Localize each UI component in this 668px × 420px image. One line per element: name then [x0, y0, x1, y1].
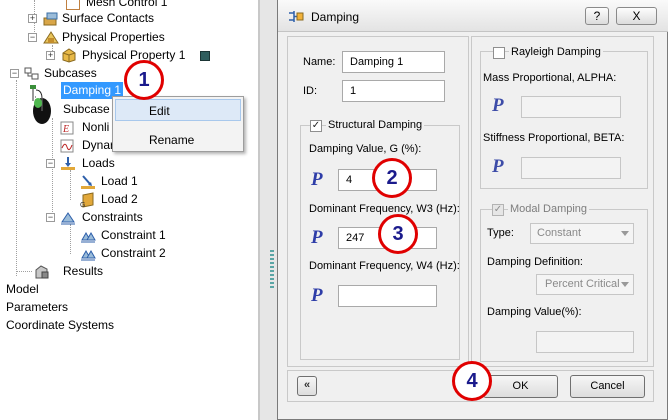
- cancel-button[interactable]: Cancel: [570, 375, 645, 398]
- tree-item-label: Constraint 1: [101, 228, 166, 242]
- tree-item-label: Results: [63, 264, 104, 278]
- expand-icon[interactable]: +: [28, 14, 37, 23]
- collapse-icon[interactable]: −: [46, 159, 55, 168]
- tree-line: [70, 224, 71, 254]
- type-dropdown-value: Constant: [537, 227, 582, 239]
- svg-text:E: E: [62, 124, 69, 135]
- modal-damping-checkbox[interactable]: ✓: [492, 204, 504, 216]
- loads-icon: [60, 156, 75, 170]
- collapse-icon[interactable]: −: [46, 213, 55, 222]
- chevron-down-icon: [621, 282, 629, 287]
- context-menu: Edit Rename: [112, 96, 244, 152]
- results-icon: [34, 264, 49, 279]
- name-label: Name:: [303, 56, 336, 68]
- tree-item-label: Nonli: [82, 120, 110, 134]
- parameter-icon[interactable]: P: [492, 156, 504, 178]
- tree-item-label: Loads: [82, 156, 115, 170]
- parameter-icon[interactable]: P: [311, 227, 323, 249]
- ok-button[interactable]: OK: [483, 375, 558, 398]
- tree-item-label: Constraints: [82, 210, 143, 224]
- structural-damping-label: Structural Damping: [326, 119, 425, 131]
- callout-2: 2: [372, 158, 412, 198]
- collapse-icon[interactable]: −: [10, 69, 19, 78]
- tree-line: [16, 80, 17, 276]
- parameter-icon[interactable]: P: [311, 285, 323, 307]
- tree-line: [16, 271, 32, 272]
- w4-input[interactable]: [338, 285, 437, 307]
- tree-item-label: Load 2: [101, 192, 138, 206]
- left-panel: Name: Damping 1 ID: 1 ✓ Structural Dampi…: [287, 36, 469, 367]
- alpha-label: Mass Proportional, ALPHA:: [483, 72, 617, 84]
- properties-icon: [43, 30, 59, 44]
- model-tree: Mesh Control 1 + Surface Contacts − Phys…: [0, 0, 258, 420]
- modal-damping-value-label: Damping Value(%):: [487, 306, 582, 318]
- load-arrow-icon: [80, 175, 95, 189]
- damping-definition-label: Damping Definition:: [487, 256, 583, 268]
- mesh-grid-icon: [66, 0, 80, 10]
- dialog-title: Damping: [311, 10, 360, 24]
- rayleigh-damping-group: Rayleigh Damping Mass Proportional, ALPH…: [480, 46, 648, 189]
- damping-definition-value: Percent Critical: [545, 278, 620, 290]
- tree-item-label: Coordinate Systems: [6, 318, 115, 332]
- constraints-icon: [60, 210, 75, 225]
- damping-dialog: Damping ? X Name: Damping 1 ID: 1 ✓ Stru…: [277, 0, 668, 420]
- dialog-titlebar[interactable]: Damping ? X: [278, 0, 668, 32]
- parameter-icon[interactable]: P: [311, 169, 323, 191]
- tree-item-label: Dynar: [82, 138, 115, 152]
- callout-1: 1: [124, 60, 164, 100]
- tree-item-label: Load 1: [101, 174, 138, 188]
- collapse-button[interactable]: «: [297, 376, 317, 396]
- rayleigh-damping-label: Rayleigh Damping: [509, 46, 603, 58]
- tree-line: [52, 118, 53, 218]
- beta-input[interactable]: [521, 157, 621, 179]
- dynamic-icon: [60, 139, 74, 153]
- material-color-swatch: [200, 51, 210, 61]
- damping-dialog-icon: [288, 10, 304, 23]
- w4-label: Dominant Frequency, W4 (Hz):: [309, 260, 460, 272]
- help-button[interactable]: ?: [585, 7, 609, 25]
- modal-damping-value-input[interactable]: [536, 331, 634, 353]
- tree-item-label: Constraint 2: [101, 246, 166, 260]
- menu-item-edit[interactable]: Edit: [115, 99, 241, 121]
- callout-4: 4: [452, 361, 492, 401]
- w3-label: Dominant Frequency, W3 (Hz):: [309, 203, 460, 215]
- modal-damping-label: Modal Damping: [508, 203, 590, 215]
- id-label: ID:: [303, 85, 318, 97]
- constraint-icon: [80, 229, 96, 243]
- type-label: Type:: [487, 227, 514, 239]
- chevron-down-icon: [621, 231, 629, 236]
- callout-3: 3: [378, 214, 418, 254]
- svg-text:G: G: [80, 202, 85, 208]
- close-button[interactable]: X: [616, 7, 657, 25]
- name-input[interactable]: Damping 1: [342, 51, 445, 73]
- menu-item-rename[interactable]: Rename: [115, 128, 241, 150]
- model-edge-fragment: [270, 250, 274, 290]
- tree-item-label: Parameters: [6, 300, 69, 314]
- alpha-input[interactable]: [521, 96, 621, 118]
- modal-damping-group: ✓ Modal Damping Type: Constant Damping D…: [480, 203, 648, 362]
- contacts-icon: [43, 11, 58, 26]
- beta-label: Stiffness Proportional, BETA:: [483, 132, 625, 144]
- tree-item-label: Subcases: [44, 66, 97, 80]
- constraint-icon: [80, 247, 96, 261]
- tree-line: [70, 170, 71, 200]
- gravity-load-icon: G: [80, 192, 94, 209]
- damping-value-label: Damping Value, G (%):: [309, 143, 422, 155]
- damping-definition-dropdown[interactable]: Percent Critical: [536, 274, 634, 295]
- solid-property-icon: [61, 48, 76, 63]
- rayleigh-damping-checkbox[interactable]: [493, 47, 505, 59]
- tree-item-label: Physical Properties: [62, 30, 165, 44]
- collapse-icon[interactable]: −: [28, 33, 37, 42]
- type-dropdown[interactable]: Constant: [530, 223, 634, 244]
- right-panel: Rayleigh Damping Mass Proportional, ALPH…: [471, 36, 654, 367]
- damper-mouse-icon: [29, 81, 57, 124]
- expand-icon[interactable]: +: [46, 51, 55, 60]
- nonlinear-icon: E: [60, 121, 74, 135]
- parameter-icon[interactable]: P: [492, 95, 504, 117]
- structural-damping-checkbox[interactable]: ✓: [310, 120, 322, 132]
- tree-item-label: Model: [6, 282, 39, 296]
- id-input[interactable]: 1: [342, 80, 445, 102]
- tree-item-label: Surface Contacts: [62, 11, 155, 25]
- subcases-icon: [24, 66, 39, 80]
